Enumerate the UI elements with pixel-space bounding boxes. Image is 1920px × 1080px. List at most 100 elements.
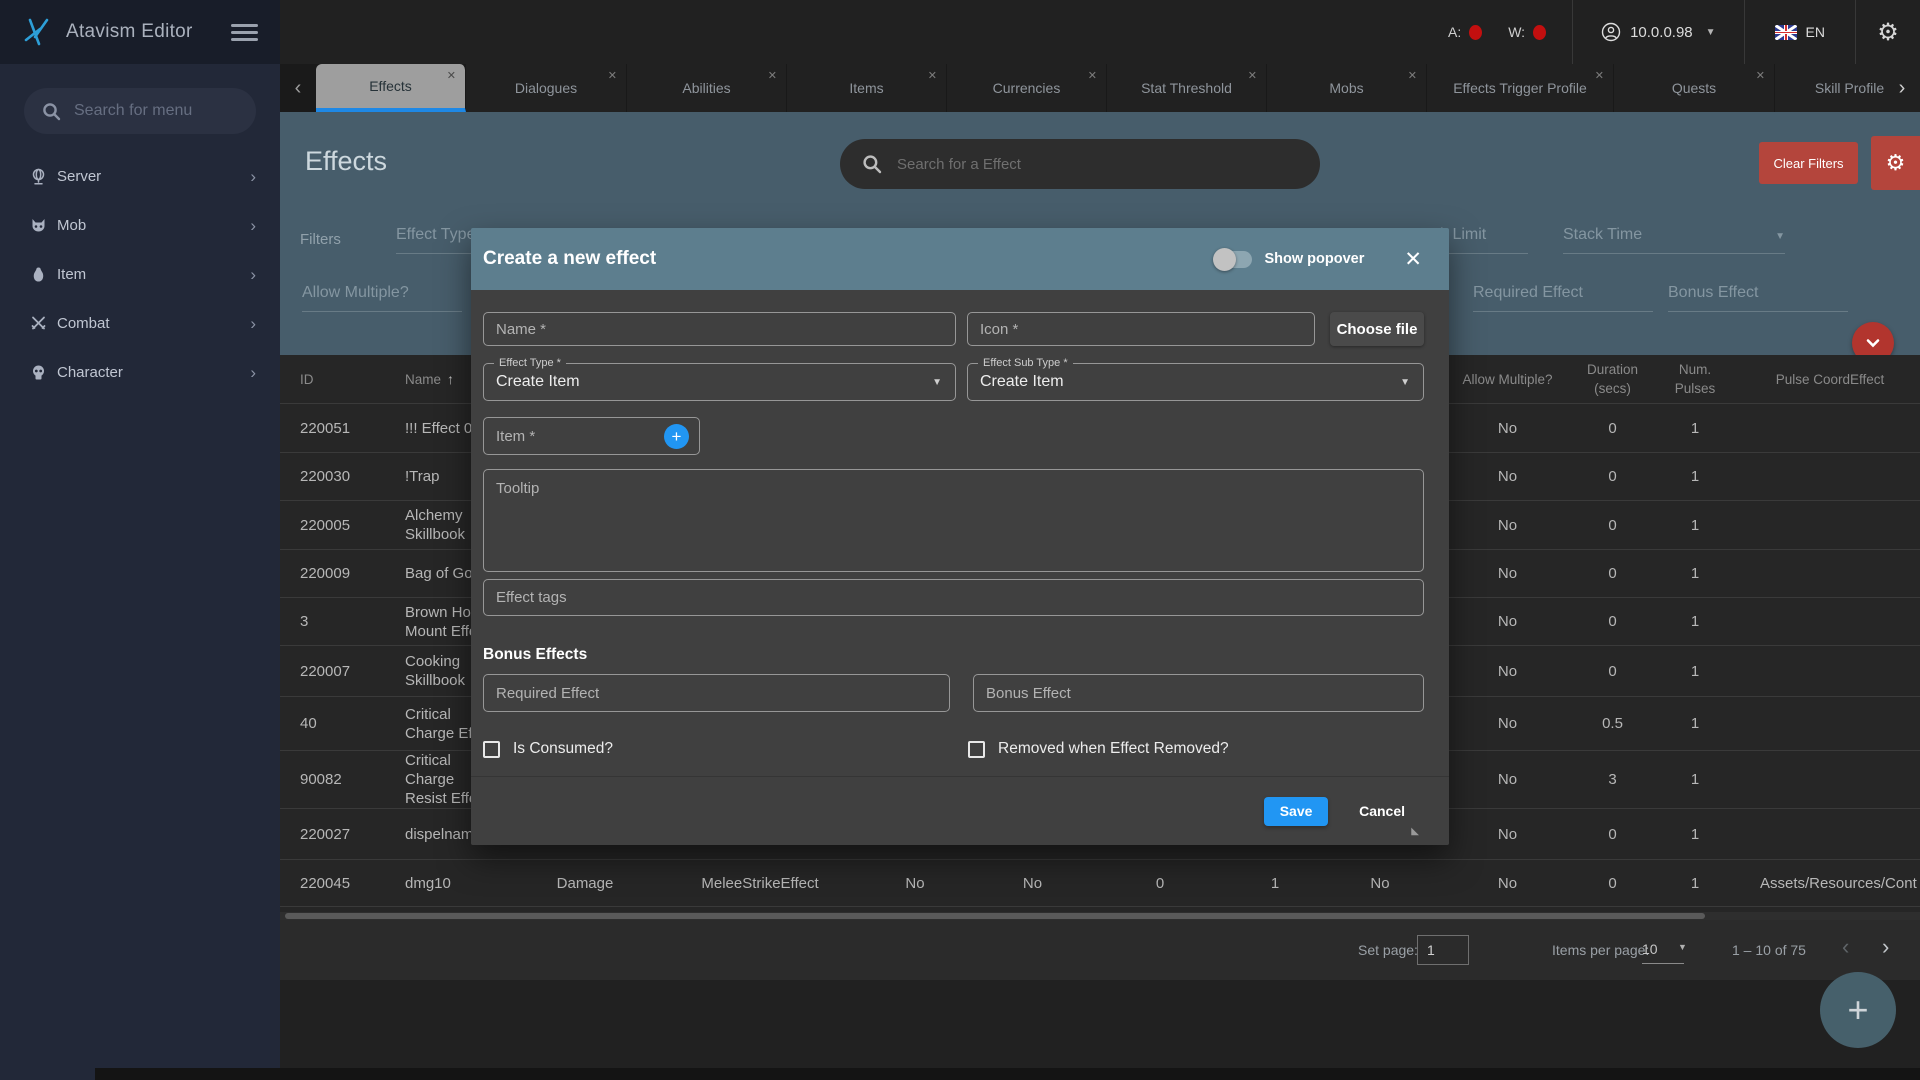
- filter-allow-multiple[interactable]: Allow Multiple?: [302, 284, 462, 312]
- sort-ascending-icon: ↑: [447, 371, 454, 387]
- cancel-button[interactable]: Cancel: [1359, 803, 1405, 819]
- close-icon[interactable]: ✕: [1088, 69, 1097, 82]
- is-consumed-checkbox[interactable]: Is Consumed?: [483, 740, 968, 758]
- globe-icon: [30, 168, 47, 185]
- cell-duration: 0: [1575, 612, 1650, 631]
- checkbox-label: Is Consumed?: [513, 740, 613, 758]
- close-icon[interactable]: ✕: [928, 69, 937, 82]
- cell-id: 3: [280, 612, 385, 631]
- effect-search-input[interactable]: [897, 156, 1298, 173]
- bonus-effect-field[interactable]: [973, 674, 1424, 712]
- cell-duration: 0: [1575, 825, 1650, 844]
- server-selector[interactable]: 10.0.0.98 ▼: [1573, 0, 1744, 64]
- filter-label-text: Stack Time: [1563, 226, 1642, 243]
- tab-quests[interactable]: Quests✕: [1614, 64, 1775, 112]
- cell-duration: 0: [1575, 516, 1650, 535]
- tab-currencies[interactable]: Currencies✕: [947, 64, 1107, 112]
- column-header-pulses: Num. Pulses: [1650, 360, 1740, 398]
- add-effect-fab-button[interactable]: +: [1820, 972, 1896, 1048]
- filter-required-effect[interactable]: Required Effect: [1473, 284, 1653, 312]
- sidebar-item-server[interactable]: Server ›: [0, 152, 280, 201]
- effect-tags-field[interactable]: [483, 579, 1424, 616]
- sidebar-item-character[interactable]: Character ›: [0, 348, 280, 397]
- effect-sub-type-select[interactable]: Effect Sub Type * Create Item ▼: [967, 363, 1424, 401]
- clear-filters-button[interactable]: Clear Filters: [1759, 142, 1858, 184]
- tab-label: Effects Trigger Profile: [1453, 80, 1587, 96]
- horizontal-scrollbar-thumb[interactable]: [285, 913, 1705, 919]
- item-field[interactable]: Item * +: [483, 417, 700, 455]
- close-icon[interactable]: ✕: [1408, 69, 1417, 82]
- cell-name: dmg10: [385, 874, 505, 893]
- save-button[interactable]: Save: [1264, 797, 1328, 826]
- filter-stack-time[interactable]: Stack Time▼: [1563, 226, 1785, 254]
- tab-abilities[interactable]: Abilities✕: [627, 64, 787, 112]
- cell-allow: No: [1440, 516, 1575, 535]
- sidebar-item-mob[interactable]: Mob ›: [0, 201, 280, 250]
- tab-effects-trigger-profile[interactable]: Effects Trigger Profile ✕: [1427, 64, 1614, 112]
- tooltip-field[interactable]: [483, 469, 1424, 572]
- checkbox-label: Removed when Effect Removed?: [998, 740, 1229, 758]
- cell-allow: No: [1440, 662, 1575, 681]
- tabs-scroll-left-icon[interactable]: ‹: [280, 64, 316, 112]
- set-page-input[interactable]: [1417, 935, 1469, 965]
- close-icon[interactable]: ✕: [447, 69, 456, 82]
- removed-when-effect-removed-checkbox[interactable]: Removed when Effect Removed?: [968, 740, 1229, 758]
- sidebar-item-label: Combat: [57, 315, 250, 332]
- uk-flag-icon: [1775, 25, 1797, 40]
- cell-pulses: 1: [1650, 770, 1740, 789]
- table-settings-gear-icon[interactable]: ⚙: [1871, 136, 1920, 190]
- close-icon[interactable]: ✕: [1248, 69, 1257, 82]
- show-popover-toggle[interactable]: [1216, 251, 1252, 268]
- tab-stat-threshold[interactable]: Stat Threshold✕: [1107, 64, 1267, 112]
- tab-label: Dialogues: [515, 80, 577, 96]
- tab-items[interactable]: Items✕: [787, 64, 947, 112]
- effect-type-value: Create Item: [496, 373, 580, 391]
- hamburger-menu-icon[interactable]: [231, 20, 258, 45]
- name-field[interactable]: [483, 312, 956, 346]
- previous-page-icon[interactable]: ‹: [1842, 934, 1849, 960]
- cell-duration: 0.5: [1575, 714, 1650, 733]
- cell-id: 220051: [280, 419, 385, 438]
- effect-sub-type-value: Create Item: [980, 373, 1064, 391]
- cell-c5: No: [855, 874, 975, 893]
- filter-bonus-effect[interactable]: Bonus Effect: [1668, 284, 1848, 312]
- cell-allow: No: [1440, 612, 1575, 631]
- choose-file-button[interactable]: Choose file: [1330, 312, 1424, 346]
- language-selector[interactable]: EN: [1745, 0, 1856, 64]
- close-icon[interactable]: ✕: [608, 69, 617, 82]
- cell-allow: No: [1440, 874, 1575, 893]
- sidebar-item-item[interactable]: Item ›: [0, 250, 280, 299]
- chevron-right-icon: ›: [250, 314, 256, 334]
- a-status-red-dot: [1469, 25, 1482, 40]
- next-page-icon[interactable]: ›: [1882, 934, 1889, 960]
- sidebar-search[interactable]: [24, 88, 256, 134]
- server-ip: 10.0.0.98: [1630, 24, 1693, 41]
- tab-effects[interactable]: Effects ✕: [316, 64, 466, 112]
- close-icon[interactable]: ✕: [1756, 69, 1765, 82]
- effect-type-select[interactable]: Effect Type * Create Item ▼: [483, 363, 956, 401]
- icon-field[interactable]: [967, 312, 1315, 346]
- table-row[interactable]: 220045dmg10DamageMeleeStrikeEffectNoNo01…: [280, 860, 1920, 907]
- tab-label: Skill Profile: [1815, 80, 1884, 96]
- close-icon[interactable]: ✕: [1404, 249, 1422, 270]
- pagination-range: 1 – 10 of 75: [1732, 942, 1806, 958]
- sidebar-search-input[interactable]: [74, 102, 238, 120]
- cell-c7: 0: [1090, 874, 1230, 893]
- bag-icon: [30, 266, 47, 283]
- show-popover-label: Show popover: [1264, 251, 1364, 267]
- tab-dialogues[interactable]: Dialogues ✕: [466, 64, 627, 112]
- tab-label: Effects: [369, 78, 412, 94]
- items-per-page-label: Items per page:: [1552, 942, 1649, 958]
- settings-gear-icon[interactable]: ⚙: [1856, 18, 1920, 47]
- search-icon: [42, 102, 61, 121]
- close-icon[interactable]: ✕: [1595, 69, 1604, 82]
- required-effect-field[interactable]: [483, 674, 950, 712]
- close-icon[interactable]: ✕: [768, 69, 777, 82]
- tabs-scroll-right-icon[interactable]: ›: [1884, 64, 1920, 112]
- cell-id: 220009: [280, 564, 385, 583]
- add-item-button[interactable]: +: [664, 424, 689, 449]
- effect-search[interactable]: [840, 139, 1320, 189]
- sidebar-item-combat[interactable]: Combat ›: [0, 299, 280, 348]
- tab-mobs[interactable]: Mobs✕: [1267, 64, 1427, 112]
- language-code: EN: [1806, 24, 1825, 40]
